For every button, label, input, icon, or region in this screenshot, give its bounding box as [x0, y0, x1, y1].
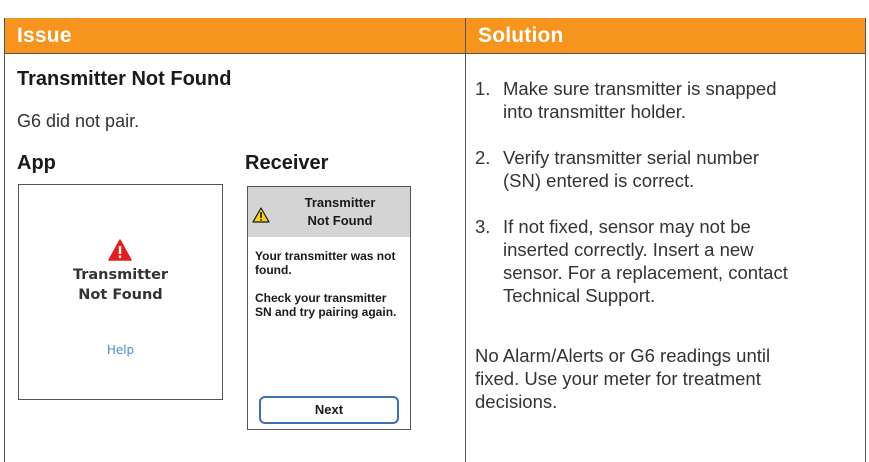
issue-column-header: Issue — [5, 18, 465, 53]
step-text: Make sure transmitter is snapped into tr… — [503, 77, 848, 123]
receiver-body-line2: found. — [255, 263, 292, 277]
step-line: inserted correctly. Insert a new — [503, 239, 754, 260]
step-line: Make sure transmitter is snapped — [503, 78, 777, 99]
warning-triangle-icon — [108, 239, 132, 261]
step-number: 3. — [475, 216, 491, 237]
receiver-body-line3: Check your transmitter — [255, 291, 387, 305]
step-line: Verify transmitter serial number — [503, 147, 760, 168]
next-button: Next — [259, 396, 399, 424]
step-number: 2. — [475, 147, 491, 168]
step-number: 1. — [475, 78, 491, 99]
receiver-title-line1: Transmitter — [304, 195, 376, 210]
receiver-body-line1: Your transmitter was not — [255, 249, 396, 263]
issue-title: Transmitter Not Found — [17, 68, 232, 90]
app-message-line2: Not Found — [78, 287, 163, 303]
step-line: sensor. For a replacement, contact — [503, 262, 788, 283]
step-line: into transmitter holder. — [503, 101, 687, 122]
step-line: (SN) entered is correct. — [503, 170, 695, 191]
receiver-body-line4: SN and try pairing again. — [255, 305, 397, 319]
app-screen-image: Transmitter Not Found Help — [18, 184, 223, 400]
header-divider — [5, 53, 865, 54]
issue-description: G6 did not pair. — [17, 111, 140, 131]
app-message-line1: Transmitter — [72, 267, 169, 283]
note-line: No Alarm/Alerts or G6 readings until — [475, 345, 771, 366]
step-text: Verify transmitter serial number (SN) en… — [503, 146, 848, 192]
receiver-label: Receiver — [245, 152, 329, 174]
solution-column-header: Solution — [466, 18, 865, 53]
app-help-link: Help — [106, 343, 135, 357]
solution-note: No Alarm/Alerts or G6 readings until fix… — [475, 344, 855, 413]
receiver-title-line2: Not Found — [307, 213, 373, 228]
step-line: If not fixed, sensor may not be — [503, 216, 751, 237]
step-line: Technical Support. — [503, 285, 656, 306]
note-line: decisions. — [475, 391, 558, 412]
note-line: fixed. Use your meter for treatment — [475, 368, 761, 389]
app-label: App — [17, 152, 56, 174]
receiver-screen-image: Transmitter Not Found Your transmitter w… — [247, 186, 411, 430]
step-text: If not fixed, sensor may not be inserted… — [503, 215, 848, 307]
warning-triangle-icon — [252, 207, 270, 223]
column-divider — [465, 18, 466, 462]
